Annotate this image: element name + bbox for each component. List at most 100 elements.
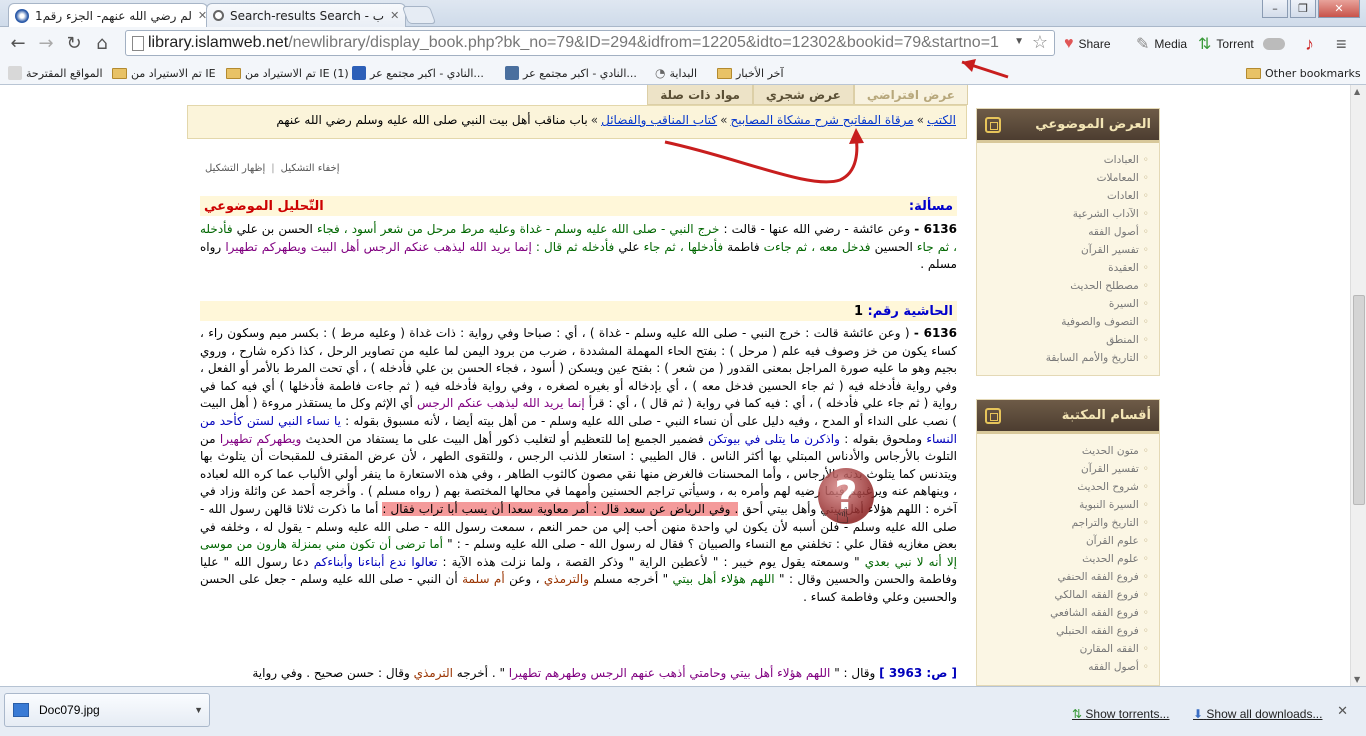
topical-item[interactable]: تفسير القرآن (977, 241, 1149, 259)
new-tab-button[interactable] (401, 6, 437, 24)
bookmark-folder-ie-1[interactable]: تم الاستيراد من IE (1) (226, 64, 349, 82)
scroll-up-icon[interactable]: ▲ (1354, 87, 1360, 96)
topical-item[interactable]: السيرة (977, 295, 1149, 313)
tab-default-view[interactable]: عرض افتراضي (853, 85, 968, 105)
tab-close-icon[interactable]: ✕ (192, 9, 207, 22)
scrollbar-thumb[interactable] (1353, 295, 1365, 505)
music-extension-icon[interactable]: ♪ (1305, 33, 1314, 55)
bookmark-latest-news[interactable]: آخر الأخبار (717, 64, 784, 82)
hadith-quote: اللهم هؤلاء أهل بيتي وحامتي أذهب عنهم ال… (508, 666, 831, 680)
bookmark-label: المواقع المقترحة (26, 66, 103, 80)
breadcrumb-current: باب مناقب أهل بيت النبي صلى الله عليه وس… (276, 113, 588, 127)
hide-tashkeel-link[interactable]: إخفاء التشكيل (281, 163, 340, 174)
library-item[interactable]: فروع الفقه الشافعي (977, 604, 1149, 622)
bookmark-suggested[interactable]: المواقع المقترحة (8, 64, 103, 82)
torrent-extension-button[interactable]: ⇅ Torrent (1198, 33, 1285, 55)
media-icon: ✎ (1136, 36, 1150, 53)
minimize-button[interactable]: – (1262, 0, 1288, 18)
library-item[interactable]: التاريخ والتراجم (977, 514, 1149, 532)
torrent-small-icon: ⇅ (1072, 707, 1083, 721)
topical-item[interactable]: أصول الفقه (977, 223, 1149, 241)
library-item[interactable]: علوم الحديث (977, 550, 1149, 568)
library-item[interactable]: فروع الفقه الحنفي (977, 568, 1149, 586)
breadcrumb-book[interactable]: مرقاة المفاتيح شرح مشكاة المصابيح (730, 113, 913, 127)
site-icon (505, 66, 519, 80)
bookmark-start[interactable]: ◔ البداية (655, 64, 697, 82)
narrator-name: أم سلمة (462, 572, 505, 587)
bookmark-icon (8, 66, 22, 80)
tab-islamweb[interactable]: لم رضي الله عنهم- الجزء رقم1 ✕ (8, 3, 208, 27)
hadith-segment: الحسين (870, 239, 917, 254)
back-icon[interactable]: ← (4, 30, 32, 58)
page-scrollbar[interactable]: ▲ ▼ (1350, 85, 1366, 686)
folder-icon (717, 67, 732, 79)
topical-item[interactable]: العقيدة (977, 259, 1149, 277)
scroll-down-icon[interactable]: ▼ (1354, 675, 1360, 684)
bookmark-folder-ie[interactable]: تم الاستيراد من IE (112, 64, 216, 82)
library-sidebar: أقسام المكتبة متون الحديث تفسير القرآن ش… (976, 399, 1160, 686)
download-item[interactable]: Doc079.jpg ▼ (4, 693, 210, 727)
library-item[interactable]: تفسير القرآن (977, 460, 1149, 478)
hadith-segment: الحسن بن علي (232, 222, 317, 236)
breadcrumb-books[interactable]: الكتب (927, 113, 956, 127)
other-bookmarks[interactable]: Other bookmarks (1246, 64, 1361, 82)
topical-analysis-link[interactable]: التّحليل الموضوعي (204, 199, 324, 214)
breadcrumb-chapter[interactable]: كتاب المناقب والفضائل (601, 113, 717, 127)
library-item[interactable]: الفقه المقارن (977, 640, 1149, 658)
library-item[interactable]: شروح الحديث (977, 478, 1149, 496)
library-item[interactable]: السيرة النبوية (977, 496, 1149, 514)
site-k-icon (352, 66, 366, 80)
topical-item[interactable]: مصطلح الحديث (977, 277, 1149, 295)
forward-icon[interactable]: → (32, 30, 60, 58)
bookmark-star-icon[interactable]: ☆ (1032, 32, 1048, 53)
share-extension-button[interactable]: ♥ Share (1064, 33, 1111, 55)
hashiya-title: الحاشية رقم: 1 (854, 304, 953, 319)
library-item[interactable]: فروع الفقه المالكي (977, 586, 1149, 604)
address-bar[interactable]: library.islamweb.net/newlibrary/display_… (125, 30, 1055, 56)
hashiya-label: الحاشية رقم: (867, 303, 953, 319)
topical-item[interactable]: التصوف والصوفية (977, 313, 1149, 331)
download-dropdown-icon[interactable]: ▼ (194, 705, 203, 715)
topical-item[interactable]: العادات (977, 187, 1149, 205)
hashiya-number: 1 (853, 303, 863, 319)
show-tashkeel-link[interactable]: إظهار التشكيل (205, 163, 265, 174)
bookmark-nadi-2[interactable]: النادي - اكبر مجتمع عر... (505, 64, 637, 82)
media-label: Media (1154, 37, 1188, 51)
reload-icon[interactable]: ↻ (60, 30, 88, 58)
torrent-label: Torrent (1216, 37, 1254, 51)
library-item[interactable]: متون الحديث (977, 442, 1149, 460)
topical-sidebar: العرض الموضوعي العبادات المعاملات العادا… (976, 108, 1160, 376)
ornament-icon (985, 407, 1001, 424)
topical-item[interactable]: العبادات (977, 151, 1149, 169)
library-item[interactable]: فروع الفقه الحنبلي (977, 622, 1149, 640)
library-item[interactable]: علوم القرآن (977, 532, 1149, 550)
bookmark-nadi-1[interactable]: النادي - اكبر مجتمع عر... (352, 64, 484, 82)
tab-close-icon[interactable]: ✕ (384, 9, 399, 22)
topical-item[interactable]: المنطق (977, 331, 1149, 349)
ornament-icon (985, 116, 1001, 133)
bookmark-label: تم الاستيراد من IE (1) (245, 66, 349, 80)
url-host: library.islamweb.net (148, 34, 289, 51)
breadcrumb: الكتب»مرقاة المفاتيح شرح مشكاة المصابيح»… (187, 105, 967, 139)
topical-item[interactable]: المعاملات (977, 169, 1149, 187)
hadith-segment: علي (614, 239, 644, 254)
close-downloads-icon[interactable]: ✕ (1337, 703, 1348, 719)
image-file-icon (13, 703, 29, 717)
topical-item[interactable]: التاريخ والأمم السابقة (977, 349, 1149, 367)
maximize-button[interactable]: ❐ (1290, 0, 1316, 18)
media-extension-button[interactable]: ✎ Media (1136, 33, 1187, 55)
search-icon (213, 10, 224, 21)
home-icon[interactable]: ⌂ (88, 30, 116, 58)
library-item[interactable]: أصول الفقه (977, 658, 1149, 676)
dropdown-arrow-icon[interactable]: ▼ (1014, 36, 1024, 47)
show-all-downloads-link[interactable]: ⬇ Show all downloads... (1193, 707, 1322, 721)
tab-search-results[interactable]: Search-results Search - ب ✕ (206, 3, 406, 27)
show-torrents-link[interactable]: ⇅ Show torrents... (1072, 707, 1169, 721)
topical-list: العبادات المعاملات العادات الآداب الشرعي… (977, 143, 1159, 375)
tab-related[interactable]: مواد ذات صلة (647, 85, 753, 105)
close-window-button[interactable]: ✕ (1318, 0, 1360, 18)
topical-item[interactable]: الآداب الشرعية (977, 205, 1149, 223)
tab-tree-view[interactable]: عرض شجري (752, 85, 854, 105)
library-list: متون الحديث تفسير القرآن شروح الحديث الس… (977, 434, 1159, 684)
wrench-menu-icon[interactable]: ≡ (1336, 33, 1347, 55)
